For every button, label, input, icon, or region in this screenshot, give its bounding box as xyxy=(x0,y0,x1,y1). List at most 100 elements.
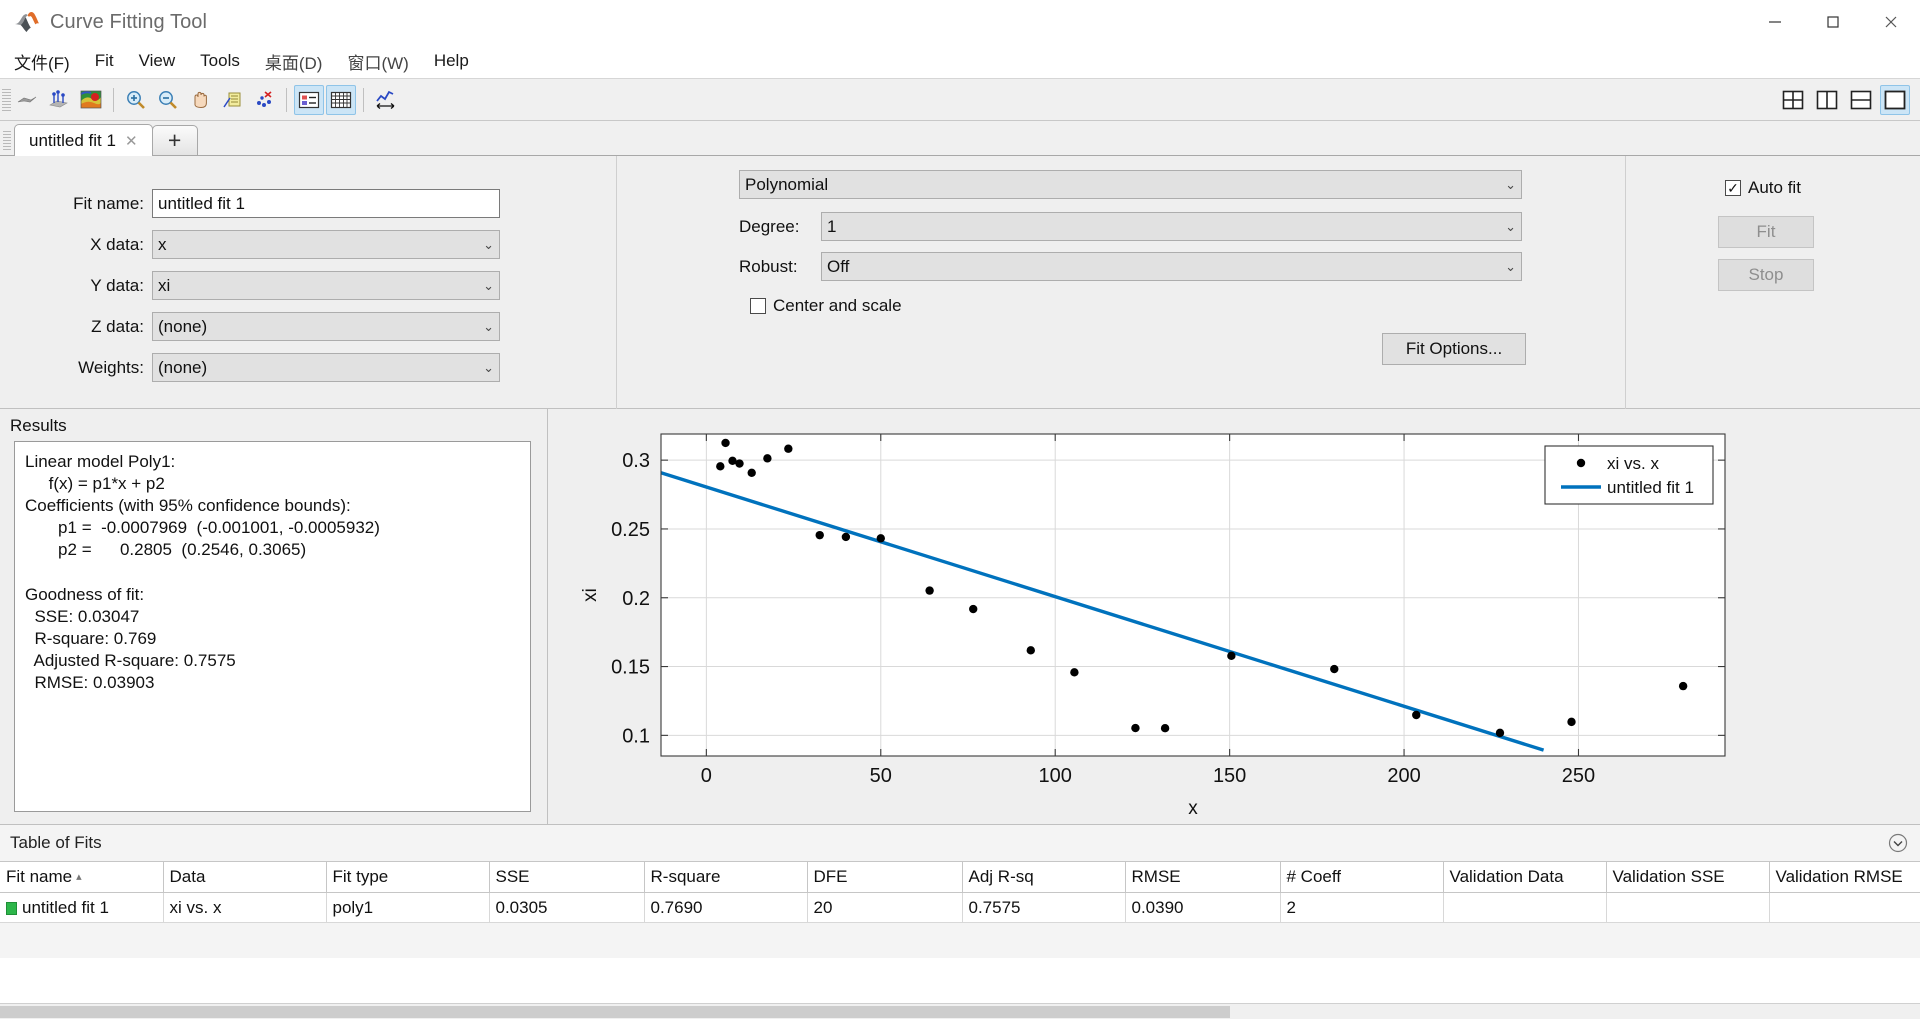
table-of-fits-panel: Table of Fits Fit name ▴ Data Fit type SS… xyxy=(0,824,1920,1019)
weights-select[interactable]: (none) ⌄ xyxy=(152,353,500,382)
legend-toggle-icon[interactable] xyxy=(294,85,324,115)
col-header-validation-sse[interactable]: Validation SSE xyxy=(1606,862,1769,893)
col-header-dfe[interactable]: DFE xyxy=(807,862,962,893)
layout-buttons xyxy=(1776,85,1912,115)
tab-close-icon[interactable]: ✕ xyxy=(125,132,138,150)
table-of-fits-table[interactable]: Fit name ▴ Data Fit type SSE R-square DFE… xyxy=(0,861,1920,923)
col-header-sse[interactable]: SSE xyxy=(489,862,644,893)
tab-untitled-fit-1[interactable]: untitled fit 1 ✕ xyxy=(14,124,153,156)
menu-fit[interactable]: Fit xyxy=(84,48,125,74)
center-and-scale-label: Center and scale xyxy=(773,296,902,316)
weights-label: Weights: xyxy=(48,358,144,378)
surface-plot-icon[interactable] xyxy=(12,85,42,115)
svg-text:0.2: 0.2 xyxy=(622,588,650,610)
cell-adj-r-sq: 0.7575 xyxy=(962,893,1125,923)
axes-limits-icon[interactable] xyxy=(371,85,401,115)
x-data-select[interactable]: x ⌄ xyxy=(152,230,500,259)
pan-icon[interactable] xyxy=(185,85,215,115)
col-header-fit-name[interactable]: Fit name ▴ xyxy=(0,862,163,893)
cell-validation-rmse xyxy=(1769,893,1920,923)
auto-fit-label: Auto fit xyxy=(1748,178,1801,198)
scrollbar-thumb[interactable] xyxy=(0,1006,1230,1018)
svg-text:150: 150 xyxy=(1213,765,1246,787)
cell-rmse: 0.0390 xyxy=(1125,893,1280,923)
toolbar-grip[interactable] xyxy=(2,89,11,111)
data-cursor-icon[interactable] xyxy=(217,85,247,115)
exclude-outliers-icon[interactable] xyxy=(249,85,279,115)
col-header-rmse[interactable]: RMSE xyxy=(1125,862,1280,893)
chevron-down-icon: ⌄ xyxy=(1505,177,1516,193)
fit-button[interactable]: Fit xyxy=(1718,216,1814,248)
collapse-icon[interactable] xyxy=(1888,833,1908,853)
y-data-label: Y data: xyxy=(48,276,144,296)
results-text: Linear model Poly1: f(x) = p1*x + p2 Coe… xyxy=(14,441,531,812)
layout-single-icon[interactable] xyxy=(1880,85,1910,115)
auto-fit-row[interactable]: ✓ Auto fit xyxy=(1725,178,1801,198)
col-header-r-square[interactable]: R-square xyxy=(644,862,807,893)
contour-plot-icon[interactable] xyxy=(76,85,106,115)
horizontal-scrollbar[interactable] xyxy=(0,1003,1920,1019)
toolbar xyxy=(0,79,1920,121)
y-data-row: Y data: xi ⌄ xyxy=(48,271,500,300)
menu-tools[interactable]: Tools xyxy=(189,48,251,74)
chevron-down-icon: ⌄ xyxy=(483,278,494,294)
chevron-down-icon: ⌄ xyxy=(1505,219,1516,235)
robust-value: Off xyxy=(827,257,849,277)
svg-text:0.15: 0.15 xyxy=(611,657,650,679)
svg-text:xi vs. x: xi vs. x xyxy=(1607,454,1659,473)
layout-vertical-split-icon[interactable] xyxy=(1812,85,1842,115)
y-data-value: xi xyxy=(158,276,170,296)
robust-select[interactable]: Off ⌄ xyxy=(821,252,1522,281)
fit-type-select[interactable]: Polynomial ⌄ xyxy=(739,170,1522,199)
menu-view[interactable]: View xyxy=(128,48,187,74)
tab-bar-grip[interactable] xyxy=(3,131,11,151)
col-header-fit-type[interactable]: Fit type xyxy=(326,862,489,893)
zoom-out-icon[interactable] xyxy=(153,85,183,115)
stop-button[interactable]: Stop xyxy=(1718,259,1814,291)
menu-desktop[interactable]: 桌面(D) xyxy=(254,46,334,77)
cell-fit-type: poly1 xyxy=(326,893,489,923)
col-header-data[interactable]: Data xyxy=(163,862,326,893)
y-data-select[interactable]: xi ⌄ xyxy=(152,271,500,300)
results-title: Results xyxy=(10,416,67,436)
fit-name-row: Fit name: untitled fit 1 xyxy=(48,189,500,218)
degree-select[interactable]: 1 ⌄ xyxy=(821,212,1522,241)
fit-plot[interactable]: 0501001502002500.10.150.20.250.3xxixi vs… xyxy=(548,409,1920,824)
fit-name-input[interactable]: untitled fit 1 xyxy=(152,189,500,218)
menu-window[interactable]: 窗口(W) xyxy=(336,46,419,77)
minimize-button[interactable] xyxy=(1746,0,1804,44)
add-fit-tab-button[interactable]: + xyxy=(152,125,198,155)
auto-fit-checkbox[interactable]: ✓ xyxy=(1725,180,1741,196)
menu-file[interactable]: 文件(F) xyxy=(3,46,81,77)
layout-horizontal-split-icon[interactable] xyxy=(1846,85,1876,115)
center-and-scale-row[interactable]: Center and scale xyxy=(750,296,902,316)
col-header-adj-r-sq[interactable]: Adj R-sq xyxy=(962,862,1125,893)
window-controls xyxy=(1746,0,1920,44)
cell-fit-name: untitled fit 1 xyxy=(0,893,163,923)
center-and-scale-checkbox[interactable] xyxy=(750,298,766,314)
menu-help[interactable]: Help xyxy=(423,48,480,74)
cell-data: xi vs. x xyxy=(163,893,326,923)
col-header-validation-rmse[interactable]: Validation RMSE xyxy=(1769,862,1920,893)
fit-options-button[interactable]: Fit Options... xyxy=(1382,333,1526,365)
sort-ascending-icon: ▴ xyxy=(76,871,82,883)
residuals-plot-icon[interactable] xyxy=(44,85,74,115)
col-header-num-coeff[interactable]: # Coeff xyxy=(1280,862,1443,893)
zoom-in-icon[interactable] xyxy=(121,85,151,115)
close-button[interactable] xyxy=(1862,0,1920,44)
col-header-validation-data[interactable]: Validation Data xyxy=(1443,862,1606,893)
z-data-select[interactable]: (none) ⌄ xyxy=(152,312,500,341)
col-label: Fit name xyxy=(6,867,72,886)
table-of-fits-title: Table of Fits xyxy=(10,833,102,853)
toolbar-separator-3 xyxy=(363,88,364,112)
degree-value: 1 xyxy=(827,217,836,237)
grid-toggle-icon[interactable] xyxy=(326,85,356,115)
layout-quad-icon[interactable] xyxy=(1778,85,1808,115)
plot-panel[interactable]: 0501001502002500.10.150.20.250.3xxixi vs… xyxy=(547,409,1920,824)
table-row[interactable]: untitled fit 1 xi vs. x poly1 0.0305 0.7… xyxy=(0,893,1920,923)
maximize-button[interactable] xyxy=(1804,0,1862,44)
fit-type-value: Polynomial xyxy=(745,175,828,195)
cell-sse: 0.0305 xyxy=(489,893,644,923)
chevron-down-icon: ⌄ xyxy=(483,319,494,335)
z-data-row: Z data: (none) ⌄ xyxy=(48,312,500,341)
